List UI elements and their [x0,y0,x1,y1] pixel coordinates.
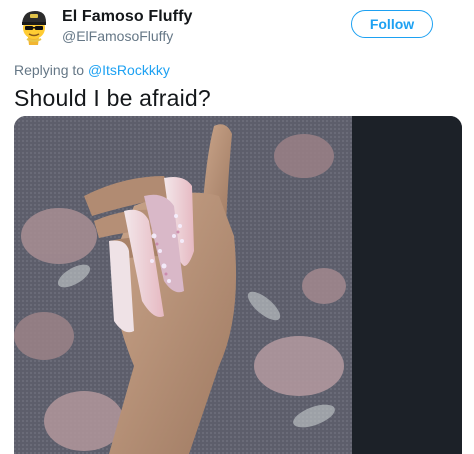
media-photo [14,116,462,454]
reply-target-link[interactable]: @ItsRockkky [88,62,170,78]
display-name[interactable]: El Famoso Fluffy [62,8,193,26]
replying-to-label: Replying to [14,62,85,78]
tweet-card: El Famoso Fluffy @ElFamosoFluffy Follow … [0,0,474,454]
follow-button[interactable]: Follow [351,10,433,38]
user-handle[interactable]: @ElFamosoFluffy [62,28,173,44]
tweet-text: Should I be afraid? [14,85,211,111]
emoji-face-cap-icon [22,11,46,45]
avatar[interactable] [14,6,54,46]
replying-to: Replying to @ItsRockkky [14,62,170,78]
tweet-media[interactable] [14,116,462,454]
